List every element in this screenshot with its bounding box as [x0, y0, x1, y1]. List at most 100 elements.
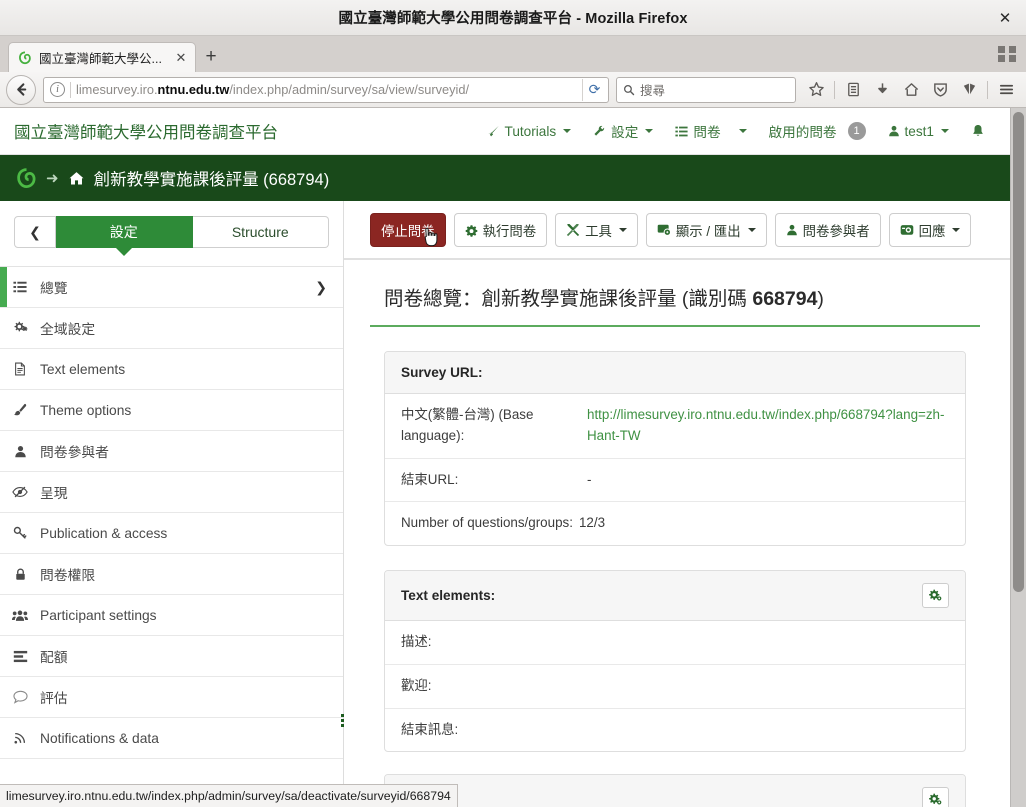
table-row: 歡迎: — [385, 665, 965, 709]
app-nav-menu: Tutorials 設定 問卷 啟用的問卷 1 test1 — [476, 115, 996, 147]
page-scrollbar[interactable] — [1010, 108, 1026, 807]
card-title: Survey URL: — [401, 365, 483, 380]
sidebar-item-label: Publication & access — [40, 525, 168, 541]
main-panel: 停止問卷 執行問卷 工具 顯示 / 匯出 問卷參與者 回應 問卷總覽：創新教學實… — [344, 201, 1010, 807]
search-icon — [623, 84, 635, 96]
nav-item-label: test1 — [904, 123, 934, 139]
app-brand[interactable]: 國立臺灣師範大學公用問卷調查平台 — [14, 119, 278, 143]
settings-gear-button[interactable] — [922, 787, 949, 807]
survey-breadcrumb-bar: ➜ 創新教學實施課後評量 (668794) — [0, 155, 1010, 201]
sidebar-item-survey-participants[interactable]: 問卷參與者 — [0, 431, 343, 472]
arrow-right-icon: ➜ — [46, 170, 59, 187]
survey-participants-button[interactable]: 問卷參與者 — [774, 213, 881, 247]
sidebar-item-global-settings[interactable]: 全域設定 — [0, 308, 343, 349]
comment-icon — [0, 690, 40, 704]
shield-icon[interactable] — [926, 76, 954, 104]
window-titlebar: 國立臺灣師範大學公用問卷調查平台 - Mozilla Firefox ✕ — [0, 0, 1026, 36]
nav-item-surveys[interactable]: 問卷 — [664, 115, 757, 147]
nav-item-label: Tutorials — [504, 123, 557, 139]
survey-url-link[interactable]: http://limesurvey.iro.ntnu.edu.tw/index.… — [587, 407, 944, 443]
card-header: gs: — [385, 775, 965, 807]
library-icon[interactable] — [839, 76, 867, 104]
sidebar-item-label: 總覽 — [40, 281, 68, 296]
site-info-icon[interactable]: i — [50, 82, 65, 97]
stop-survey-button[interactable]: 停止問卷 — [370, 213, 446, 247]
responses-button[interactable]: 回應 — [888, 213, 972, 247]
nav-item-tutorials[interactable]: Tutorials — [476, 118, 583, 145]
window-close-button[interactable]: ✕ — [994, 7, 1016, 29]
home-icon[interactable] — [897, 76, 925, 104]
sidebar-tab-switcher: ❮ 設定 Structure — [14, 216, 329, 256]
sidebar-item-label: 呈現 — [40, 486, 68, 501]
user-icon — [786, 224, 798, 236]
sidebar-item-overview[interactable]: 總覽 ❯ — [0, 267, 343, 308]
downloads-icon[interactable] — [868, 76, 896, 104]
star-icon[interactable] — [802, 76, 830, 104]
tab-structure-label: Structure — [231, 224, 289, 240]
table-row: 結束訊息: — [385, 709, 965, 752]
chevron-right-icon: ❯ — [315, 278, 327, 295]
scrollbar-thumb[interactable] — [1013, 112, 1024, 592]
reload-icon[interactable]: ⟳ — [582, 78, 606, 101]
browser-tabstrip: 國立臺灣師範大學公... ✕ + — [0, 36, 1026, 72]
tab-settings[interactable]: 設定 — [56, 216, 193, 256]
sidebar-item-label: Notifications & data — [40, 730, 159, 746]
sidebar-item-label: 全域設定 — [40, 322, 96, 337]
tools-icon — [566, 223, 580, 237]
sidebar-item-text-elements[interactable]: Text elements — [0, 349, 343, 390]
chevron-down-icon — [738, 129, 747, 133]
nav-item-settings[interactable]: 設定 — [582, 115, 664, 147]
chevron-down-icon — [618, 228, 627, 232]
limesurvey-icon — [17, 50, 33, 66]
url-separator — [70, 81, 71, 98]
row-label: 中文(繁體-台灣) (Base language): — [401, 407, 534, 443]
sidebar-item-notifications-data[interactable]: Notifications & data — [0, 718, 343, 759]
sidebar-collapse-button[interactable]: ❮ — [14, 216, 56, 248]
settings-gear-button[interactable] — [922, 583, 949, 609]
sidebar-item-quotas[interactable]: 配額 — [0, 636, 343, 677]
sidebar-item-theme-options[interactable]: Theme options — [0, 390, 343, 431]
tab-structure[interactable]: Structure — [192, 216, 329, 248]
card-header: Text elements: — [385, 571, 965, 622]
stop-survey-label: 停止問卷 — [381, 224, 435, 239]
tools-button[interactable]: 工具 — [555, 213, 638, 247]
search-bar[interactable]: 搜尋 — [616, 76, 796, 103]
lock-icon — [0, 568, 40, 581]
new-tab-button[interactable]: + — [196, 42, 226, 72]
sidebar-item-presentation[interactable]: 呈現 — [0, 472, 343, 513]
execute-survey-button[interactable]: 執行問卷 — [453, 213, 548, 247]
sidebar-item-publication-access[interactable]: Publication & access — [0, 513, 343, 554]
sidebar-item-assessments[interactable]: 評估 — [0, 677, 343, 718]
tab-settings-label: 設定 — [109, 224, 138, 240]
nav-item-label: 設定 — [611, 125, 639, 140]
close-icon[interactable]: ✕ — [173, 50, 189, 66]
row-value[interactable]: http://limesurvey.iro.ntnu.edu.tw/index.… — [587, 405, 949, 447]
nav-item-notifications[interactable] — [960, 118, 996, 144]
grid-view-icon[interactable] — [998, 44, 1018, 64]
display-export-button[interactable]: 顯示 / 匯出 — [645, 213, 767, 247]
gear-icon — [465, 224, 478, 237]
nav-item-active-surveys[interactable]: 啟用的問卷 1 — [758, 115, 877, 147]
survey-url-card: Survey URL: 中文(繁體-台灣) (Base language): h… — [384, 351, 966, 547]
survey-participants-label: 問卷參與者 — [802, 224, 870, 239]
browser-tab[interactable]: 國立臺灣師範大學公... ✕ — [8, 42, 196, 72]
url-bar[interactable]: i limesurvey.iro.ntnu.edu.tw/index.php/a… — [43, 76, 609, 103]
active-tab-pointer — [114, 247, 133, 256]
hamburger-menu-icon[interactable] — [992, 76, 1020, 104]
nav-item-user[interactable]: test1 — [877, 118, 960, 145]
gears-icon — [0, 321, 40, 336]
home-icon[interactable] — [68, 170, 85, 187]
chevron-down-icon — [952, 228, 961, 232]
nav-item-label: 問卷 — [693, 125, 721, 140]
sidebar-item-participant-settings[interactable]: Participant settings — [0, 595, 343, 636]
pocket-icon[interactable] — [955, 76, 983, 104]
sidebar-item-label: Text elements — [40, 361, 126, 377]
sidebar-item-label: 問卷參與者 — [40, 445, 109, 460]
rss-icon — [0, 731, 40, 745]
limesurvey-logo-icon[interactable] — [16, 167, 37, 189]
back-button[interactable] — [6, 74, 36, 105]
sidebar-item-survey-permissions[interactable]: 問卷權限 — [0, 554, 343, 595]
toolbar-separator-2 — [987, 80, 988, 99]
list-icon — [0, 280, 40, 294]
browser-toolbar-icons — [802, 76, 1020, 104]
